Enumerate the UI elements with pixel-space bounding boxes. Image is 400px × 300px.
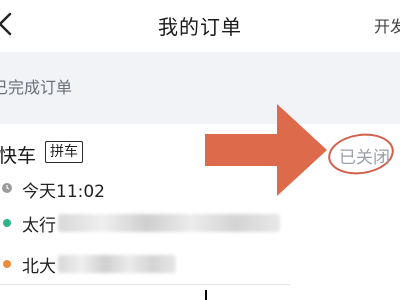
- page-title: 我的订单: [158, 15, 242, 39]
- section-label-completed: 已完成订单: [0, 78, 73, 97]
- origin-address: 太行: [22, 216, 56, 236]
- annotation-arrow-icon: [205, 104, 327, 196]
- redacted-origin: [58, 214, 280, 232]
- clock-icon: [2, 183, 12, 193]
- end-dot-icon: [3, 260, 11, 268]
- orders-page: 我的订单 开发票 已完成订单 快车 拼车 已关闭 今天11:02 太行 北大: [0, 0, 400, 300]
- order-time-row: 今天11:02: [0, 177, 200, 202]
- text-cursor: [205, 290, 207, 300]
- order-time: 今天11:02: [22, 182, 105, 202]
- origin-row: 太行: [0, 211, 300, 236]
- section-header: 已完成订单: [0, 52, 400, 114]
- destination-address: 北大: [22, 257, 56, 277]
- start-dot-icon: [3, 219, 11, 227]
- carpool-badge: 拼车: [45, 141, 83, 163]
- service-type: 快车: [0, 145, 37, 167]
- destination-row: 北大: [0, 252, 300, 277]
- order-status: 已关闭: [339, 148, 390, 168]
- order-card[interactable]: 快车 拼车 已关闭 今天11:02 太行 北大: [0, 124, 400, 300]
- card-divider: [0, 284, 290, 285]
- redacted-destination: [58, 255, 176, 273]
- top-bar: 我的订单 开发票: [0, 0, 400, 52]
- invoice-button[interactable]: 开发票: [374, 13, 400, 37]
